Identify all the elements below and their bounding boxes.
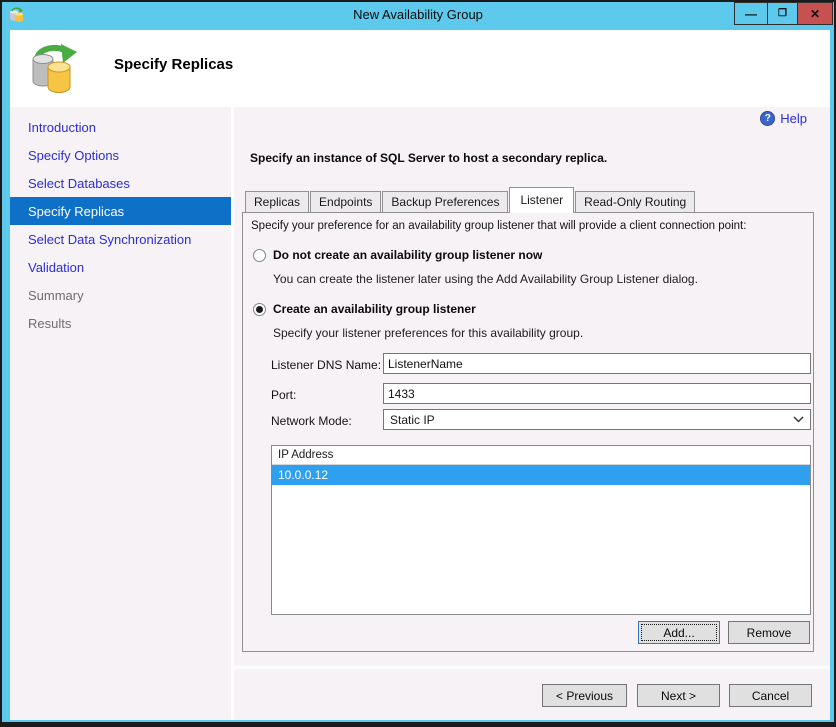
sidebar-item-results: Results bbox=[28, 315, 72, 331]
tab-read-only-routing[interactable]: Read-Only Routing bbox=[575, 191, 696, 213]
wizard-dialog: Specify Replicas Introduction Specify Op… bbox=[10, 30, 830, 720]
radio-create-listener[interactable] bbox=[253, 303, 266, 316]
window-controls: — ❐ ✕ bbox=[734, 2, 833, 25]
cancel-button[interactable]: Cancel bbox=[729, 684, 812, 707]
page-instruction: Specify an instance of SQL Server to hos… bbox=[250, 151, 608, 165]
sidebar-item-summary: Summary bbox=[28, 287, 84, 303]
remove-button[interactable]: Remove bbox=[728, 621, 810, 644]
titlebar: New Availability Group — ❐ ✕ bbox=[2, 2, 834, 28]
sidebar-item-validation[interactable]: Validation bbox=[10, 253, 231, 281]
maximize-icon: ❐ bbox=[778, 8, 787, 19]
next-button[interactable]: Next > bbox=[637, 684, 720, 707]
close-button[interactable]: ✕ bbox=[798, 2, 833, 25]
listener-dns-name-label: Listener DNS Name: bbox=[271, 358, 382, 372]
tab-replicas[interactable]: Replicas bbox=[245, 191, 310, 213]
replica-database-icon bbox=[26, 40, 80, 99]
window-title: New Availability Group bbox=[353, 7, 483, 22]
maximize-button[interactable]: ❐ bbox=[768, 2, 798, 25]
radio-do-not-create-listener[interactable] bbox=[253, 249, 266, 262]
ip-address-column-header[interactable]: IP Address bbox=[272, 446, 810, 465]
network-mode-label: Network Mode: bbox=[271, 414, 352, 428]
tab-listener[interactable]: Listener bbox=[509, 187, 575, 213]
wizard-body: Introduction Specify Options Select Data… bbox=[10, 107, 830, 720]
tab-backup-preferences[interactable]: Backup Preferences bbox=[382, 191, 509, 213]
page-title: Specify Replicas bbox=[114, 56, 234, 73]
port-input[interactable] bbox=[383, 383, 811, 404]
tab-strip: Replicas Endpoints Backup Preferences Li… bbox=[245, 187, 696, 213]
sidebar-item-specify-replicas[interactable]: Specify Replicas bbox=[10, 197, 231, 225]
chevron-down-icon bbox=[793, 416, 804, 423]
wizard-steps-sidebar: Introduction Specify Options Select Data… bbox=[10, 107, 231, 720]
listener-intro-text: Specify your preference for an availabil… bbox=[251, 220, 747, 232]
add-button[interactable]: Add... bbox=[638, 621, 720, 644]
sidebar-item-introduction[interactable]: Introduction bbox=[10, 113, 231, 141]
help-icon: ? bbox=[760, 111, 776, 126]
minimize-icon: — bbox=[745, 6, 757, 21]
network-mode-value: Static IP bbox=[390, 412, 435, 427]
sidebar-item-select-databases[interactable]: Select Databases bbox=[10, 169, 231, 197]
radio-do-not-create-listener-description: You can create the listener later using … bbox=[273, 272, 698, 286]
ip-address-row[interactable]: 10.0.0.12 bbox=[272, 465, 810, 485]
listener-tab-panel: Specify your preference for an availabil… bbox=[242, 212, 814, 652]
window-frame: New Availability Group — ❐ ✕ Specify Rep… bbox=[2, 2, 834, 722]
listener-dns-name-input[interactable] bbox=[383, 353, 811, 374]
radio-do-not-create-listener-label[interactable]: Do not create an availability group list… bbox=[273, 248, 542, 262]
help-link[interactable]: ? Help bbox=[760, 111, 807, 126]
network-mode-select[interactable]: Static IP bbox=[383, 409, 811, 430]
port-label: Port: bbox=[271, 388, 297, 402]
radio-create-listener-label[interactable]: Create an availability group listener bbox=[273, 302, 476, 316]
sidebar-item-specify-options[interactable]: Specify Options bbox=[10, 141, 231, 169]
main-content: ? Help Specify an instance of SQL Server… bbox=[234, 107, 830, 720]
previous-button[interactable]: < Previous bbox=[542, 684, 627, 707]
tab-endpoints[interactable]: Endpoints bbox=[310, 191, 382, 213]
close-icon: ✕ bbox=[809, 6, 821, 21]
radio-create-listener-description: Specify your listener preferences for th… bbox=[273, 326, 584, 340]
footer-divider bbox=[234, 666, 830, 669]
ip-address-list: IP Address 10.0.0.12 bbox=[271, 445, 811, 615]
sidebar-item-select-data-synchronization[interactable]: Select Data Synchronization bbox=[10, 225, 231, 253]
help-label: Help bbox=[780, 111, 807, 126]
wizard-header: Specify Replicas bbox=[10, 30, 830, 107]
minimize-button[interactable]: — bbox=[734, 2, 768, 25]
